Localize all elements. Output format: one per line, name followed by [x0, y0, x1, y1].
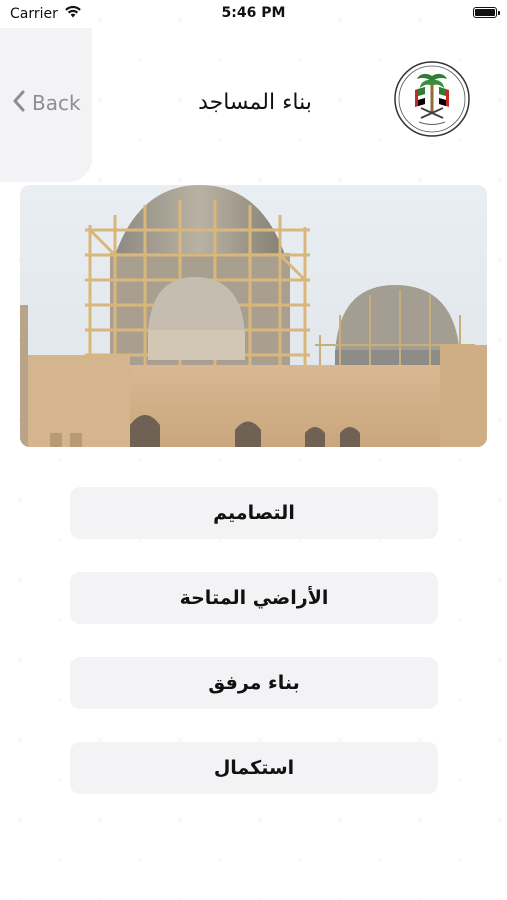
designs-button[interactable]: التصاميم — [70, 487, 438, 539]
available-lands-button[interactable]: الأراضي المتاحة — [70, 572, 438, 624]
designs-button-label: التصاميم — [213, 502, 295, 524]
back-button[interactable]: Back — [12, 88, 81, 118]
status-time: 5:46 PM — [221, 5, 286, 21]
back-label: Back — [32, 91, 81, 115]
completion-button[interactable]: استكمال — [70, 742, 438, 794]
page-title: بناء المساجد — [198, 90, 312, 115]
build-facility-button[interactable]: بناء مرفق — [70, 657, 438, 709]
chevron-left-icon — [12, 90, 26, 117]
battery-icon — [473, 7, 500, 18]
emblem-logo — [393, 60, 471, 138]
mosque-construction-image — [20, 185, 487, 447]
build-facility-button-label: بناء مرفق — [208, 672, 300, 694]
status-bar: Carrier 5:46 PM — [0, 0, 507, 28]
completion-button-label: استكمال — [213, 757, 295, 779]
available-lands-button-label: الأراضي المتاحة — [179, 587, 329, 609]
